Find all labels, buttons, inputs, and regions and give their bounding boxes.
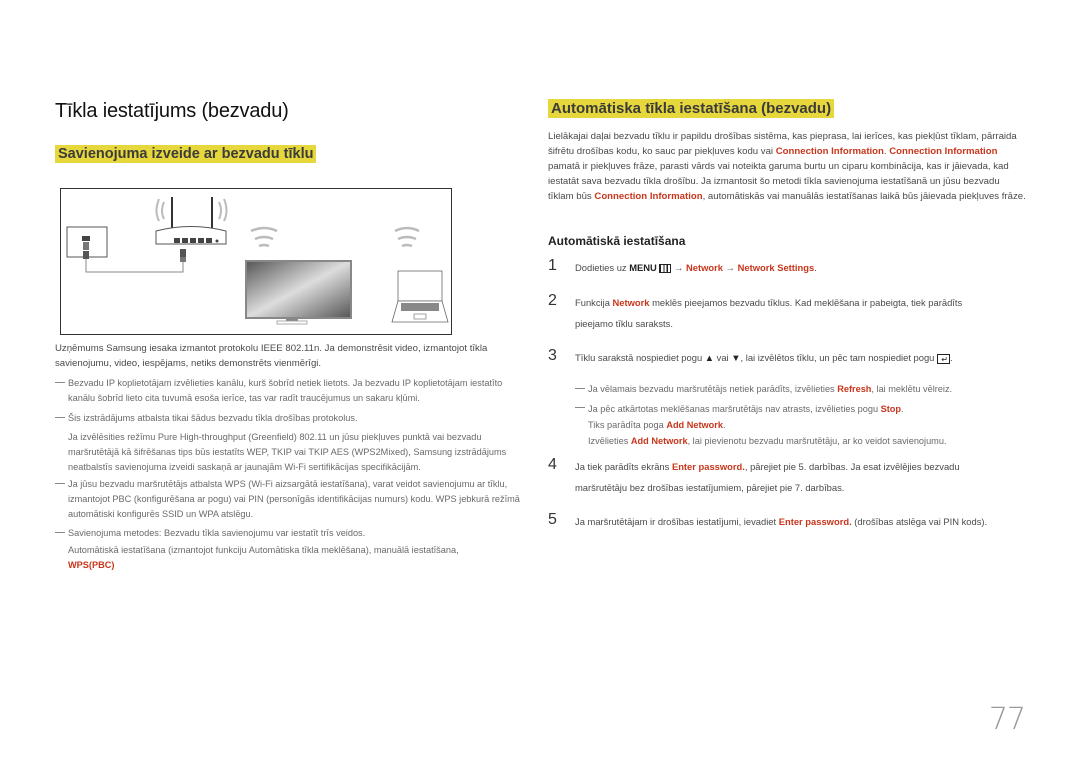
step-text-part: vai bbox=[714, 352, 732, 363]
add-network-term: Add Network bbox=[630, 436, 688, 446]
step-number: 5 bbox=[548, 511, 557, 528]
step-text-part: Ja maršrutētājam ir drošības iestatījumi… bbox=[575, 516, 779, 527]
connection-information-term: Connection Information bbox=[889, 146, 998, 157]
step-text-part: , lai izvēlētos tīklu, un pēc tam nospie… bbox=[740, 352, 937, 363]
wall-lan-port-icon bbox=[66, 226, 108, 259]
step-text: Ja tiek parādīts ekrāns Enter password.,… bbox=[575, 456, 995, 498]
page-title: Tīkla iestatījums (bezvadu) bbox=[55, 100, 289, 122]
section-heading-right: Automātiska tīkla iestatīšana (bezvadu) bbox=[548, 99, 835, 118]
note-extra-text: Ja izvēlēsities režīmu Pure High-through… bbox=[68, 432, 507, 472]
note-dash-icon bbox=[55, 417, 65, 418]
laptop-wifi-waves-icon bbox=[394, 226, 420, 248]
step-number: 2 bbox=[548, 292, 557, 309]
intro-paragraph: Uzņēmums Samsung iesaka izmantot protoko… bbox=[55, 343, 488, 369]
note-text: Tiks parādīta poga bbox=[588, 420, 667, 430]
network-diagram-svg bbox=[66, 197, 449, 325]
note-item: Ja jūsu bezvadu maršrutētājs atbalsta WP… bbox=[55, 477, 525, 522]
note-extra-text: Automātiskā iestatīšana (izmantojot funk… bbox=[68, 545, 459, 555]
network-term: Network bbox=[612, 297, 650, 308]
note-text: . bbox=[722, 420, 726, 430]
step-text-part: Dodieties uz bbox=[575, 262, 630, 273]
section-heading-right-text: Automātiska tīkla iestatīšana (bezvadu) bbox=[548, 99, 835, 118]
wireless-router-icon bbox=[155, 197, 228, 262]
note-text: , lai pievienotu bezvadu maršrutētāju, a… bbox=[687, 436, 947, 446]
refresh-term: Refresh bbox=[837, 384, 872, 394]
step-text: Tīklu sarakstā nospiediet pogu ▲ vai ▼, … bbox=[575, 347, 1025, 368]
enter-password-term: Enter password. bbox=[671, 461, 745, 472]
step-number: 3 bbox=[548, 347, 557, 364]
network-menu-item: Network bbox=[686, 262, 724, 273]
enter-password-term: Enter password. bbox=[778, 516, 852, 527]
lan-cable bbox=[85, 259, 184, 273]
step-text: Dodieties uz MENU → Network → Network Se… bbox=[575, 257, 1025, 278]
note-dash-icon bbox=[55, 532, 65, 533]
section-heading-left-text: Savienojuma izveide ar bezvadu tīklu bbox=[55, 145, 317, 163]
step-text-part: (drošības atslēga vai PIN kods). bbox=[851, 516, 988, 527]
note-text: , lai meklētu vēlreiz. bbox=[871, 384, 953, 394]
note-dash-icon bbox=[575, 407, 585, 408]
connection-information-term: Connection Information bbox=[594, 191, 703, 202]
enter-return-icon: ↵ bbox=[937, 353, 950, 364]
network-settings-menu-item: Network Settings bbox=[737, 262, 815, 273]
step3-note-refresh: Ja vēlamais bezvadu maršrutētājs netiek … bbox=[575, 382, 1025, 397]
note-dash-icon bbox=[575, 388, 585, 389]
tv-wifi-waves-icon bbox=[250, 226, 278, 248]
display-tv-icon bbox=[245, 260, 352, 325]
wps-pbc-label: WPS(PBC) bbox=[68, 560, 115, 570]
add-network-term: Add Network bbox=[666, 420, 723, 430]
intro-text: , automātiskās vai manuālās iestatīšanas… bbox=[702, 191, 1026, 202]
arrow-glyph: → bbox=[723, 262, 738, 273]
step-number: 4 bbox=[548, 456, 557, 473]
step-text-part: Funkcija bbox=[575, 297, 613, 308]
arrow-glyph: → bbox=[671, 262, 687, 273]
note-text: . bbox=[901, 404, 904, 414]
stop-term: Stop bbox=[880, 404, 902, 414]
step-number: 1 bbox=[548, 257, 557, 274]
note-text: Ja vēlamais bezvadu maršrutētājs netiek … bbox=[588, 384, 838, 394]
note-text: Savienojuma metodes: Bezvadu tīkla savie… bbox=[68, 528, 366, 538]
note-dash-icon bbox=[55, 483, 65, 484]
step-text: Ja maršrutētājam ir drošības iestatījumi… bbox=[575, 511, 1035, 532]
note-item: Šis izstrādājums atbalsta tikai šādus be… bbox=[55, 411, 525, 475]
down-arrow-icon: ▼ bbox=[731, 352, 741, 363]
note-text: Izvēlieties bbox=[588, 436, 631, 446]
right-intro-paragraph: Lielākajai daļai bezvadu tīklu ir papild… bbox=[548, 129, 1026, 204]
step-text-part: . bbox=[950, 352, 953, 363]
menu-icon bbox=[659, 264, 672, 274]
note-item: Savienojuma metodes: Bezvadu tīkla savie… bbox=[55, 526, 525, 573]
connection-information-term: Connection Information bbox=[775, 146, 884, 157]
section-heading-left: Savienojuma izveide ar bezvadu tīklu bbox=[55, 145, 317, 163]
step-text-part: . bbox=[814, 262, 817, 273]
step3-note-stop: Ja pēc atkārtotas meklēšanas maršrutētāj… bbox=[575, 401, 1025, 449]
step-text-part: Tīklu sarakstā nospiediet pogu bbox=[575, 352, 705, 363]
note-text: Ja pēc atkārtotas meklēšanas maršrutētāj… bbox=[588, 404, 881, 414]
note-text: Ja jūsu bezvadu maršrutētājs atbalsta WP… bbox=[68, 479, 520, 519]
laptop-icon bbox=[391, 270, 449, 323]
note-dash-icon bbox=[55, 382, 65, 383]
note-item: Bezvadu IP koplietotājam izvēlieties kan… bbox=[55, 376, 525, 406]
note-text: Šis izstrādājums atbalsta tikai šādus be… bbox=[68, 413, 358, 423]
menu-label: MENU bbox=[629, 262, 657, 273]
up-arrow-icon: ▲ bbox=[704, 352, 715, 363]
step-text: Funkcija Network meklēs pieejamos bezvad… bbox=[575, 292, 995, 334]
step-text-part: Ja tiek parādīts ekrāns bbox=[575, 461, 672, 472]
network-diagram bbox=[60, 188, 452, 335]
subsection-title: Automātiskā iestatīšana bbox=[548, 234, 686, 248]
page-number: 77 bbox=[988, 702, 1026, 737]
note-text: Bezvadu IP koplietotājam izvēlieties kan… bbox=[68, 378, 503, 403]
